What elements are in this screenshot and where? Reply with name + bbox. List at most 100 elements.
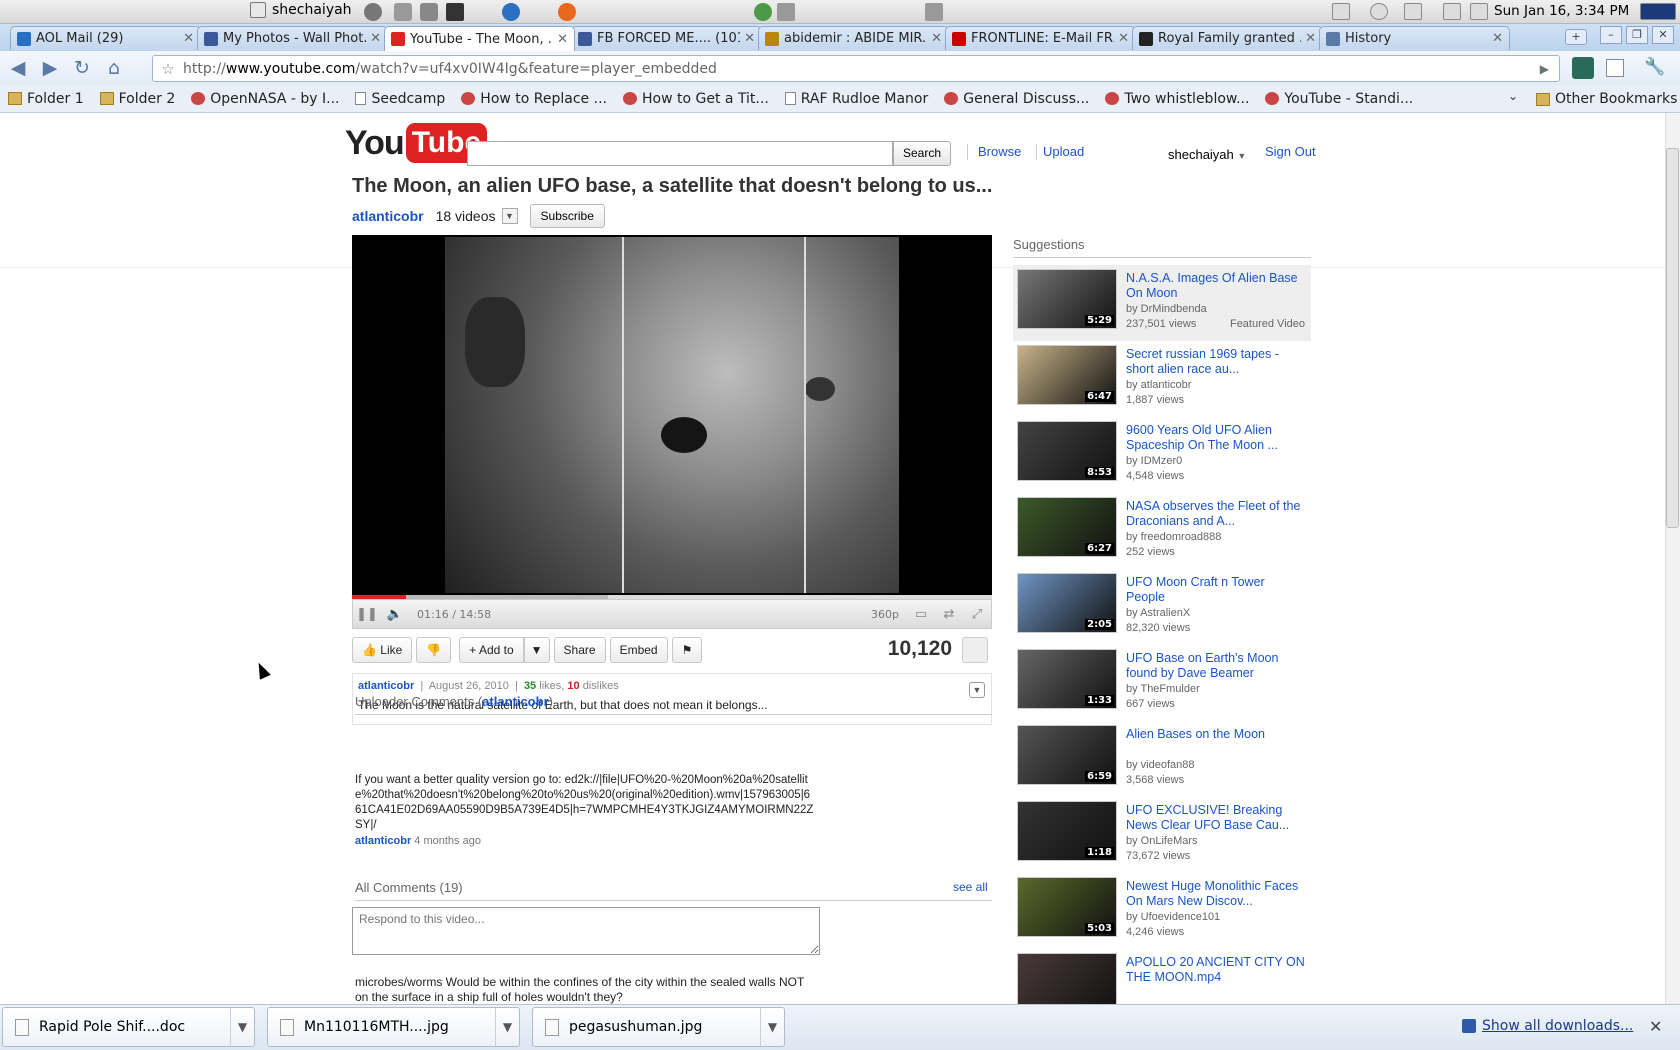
power-icon[interactable] — [364, 3, 382, 21]
close-icon[interactable]: ✕ — [1118, 31, 1129, 46]
tab-item[interactable]: FB FORCED ME.... (101) ✕ — [571, 26, 762, 50]
clock[interactable]: Sun Jan 16, 3:34 PM — [1494, 3, 1629, 19]
video-thumbnail[interactable]: 6:47 — [1017, 345, 1117, 405]
expand-icon[interactable]: ▼ — [969, 682, 985, 698]
tab-item[interactable]: Royal Family granted ... ✕ — [1132, 26, 1323, 50]
bookmark-item[interactable]: How to Replace ... — [461, 91, 607, 107]
suggestion-title[interactable]: UFO Base on Earth's Moon found by Dave B… — [1126, 651, 1306, 681]
download-item[interactable]: Mn110116MTH....jpg ▼ — [267, 1007, 520, 1047]
folder-icon[interactable] — [777, 3, 795, 21]
sign-out-link[interactable]: Sign Out — [1265, 144, 1316, 159]
address-bar[interactable]: ☆ http://www.youtube.com/watch?v=uf4xv0I… — [152, 55, 1560, 82]
close-icon[interactable]: ✕ — [1305, 31, 1316, 46]
youtube-logo[interactable]: You Tube — [345, 123, 488, 163]
suggestion-title[interactable]: Secret russian 1969 tapes - short alien … — [1126, 347, 1306, 377]
upload-link[interactable]: Upload — [1043, 144, 1084, 159]
suggestion-item[interactable]: 8:53 9600 Years Old UFO Alien Spaceship O… — [1013, 417, 1311, 493]
video-thumbnail[interactable]: 6:27 — [1017, 497, 1117, 557]
suggestion-title[interactable]: APOLLO 20 ANCIENT CITY ON THE MOON.mp4 — [1126, 955, 1306, 985]
suggestion-title[interactable]: UFO Moon Craft n Tower People — [1126, 575, 1306, 605]
terminal-icon[interactable] — [446, 3, 464, 21]
video-count[interactable]: 18 videos — [436, 208, 496, 224]
video-thumbnail[interactable]: 5:29 — [1017, 269, 1117, 329]
go-arrow-icon[interactable]: ▶ — [1540, 62, 1549, 76]
chrome-icon[interactable] — [502, 3, 520, 21]
video-thumbnail[interactable]: 8:53 — [1017, 421, 1117, 481]
new-tab-button[interactable]: + — [1565, 29, 1587, 45]
popout-icon[interactable]: ▭ — [907, 607, 935, 622]
chevron-down-icon[interactable]: ▼ — [495, 1008, 519, 1046]
close-icon[interactable]: ✕ — [1649, 1017, 1662, 1036]
close-icon[interactable]: ✕ — [370, 31, 381, 46]
close-icon[interactable]: ✕ — [1492, 31, 1503, 46]
channel-link[interactable]: atlanticobr — [352, 208, 424, 224]
suggestion-item[interactable]: 6:27 NASA observes the Fleet of the Draco… — [1013, 493, 1311, 569]
close-icon[interactable]: ✕ — [557, 32, 568, 47]
search-input[interactable] — [467, 141, 893, 166]
suggestion-title[interactable]: 9600 Years Old UFO Alien Spaceship On Th… — [1126, 423, 1306, 453]
close-icon[interactable]: ✕ — [931, 31, 942, 46]
page-menu-icon[interactable] — [1606, 59, 1624, 77]
suggestion-item[interactable]: 2:05 UFO Moon Craft n Tower People by Astr… — [1013, 569, 1311, 645]
comment-input[interactable] — [352, 907, 820, 955]
chevron-down-icon[interactable]: ⌄ — [1508, 89, 1518, 103]
quality-selector[interactable]: 360p — [871, 608, 899, 621]
suggestion-title[interactable]: UFO EXCLUSIVE! Breaking News Clear UFO B… — [1126, 803, 1306, 833]
tab-item[interactable]: History ✕ — [1319, 26, 1510, 50]
tab-item[interactable]: FRONTLINE: E-Mail FR... ✕ — [945, 26, 1136, 50]
firefox-icon[interactable] — [558, 3, 576, 21]
video-thumbnail[interactable]: 2:05 — [1017, 573, 1117, 633]
bookmark-item[interactable]: Folder 1 — [8, 91, 84, 107]
taskbar-user[interactable]: shechaiyah — [250, 2, 352, 18]
subscribe-button[interactable]: Subscribe — [529, 204, 605, 228]
volume-icon[interactable] — [1370, 3, 1388, 20]
show-all-downloads-link[interactable]: Show all downloads... — [1462, 1018, 1633, 1034]
network-icon[interactable] — [1470, 3, 1488, 20]
share-button[interactable]: Share — [553, 637, 606, 663]
scrollbar-thumb[interactable] — [1666, 148, 1679, 528]
video-thumbnail[interactable]: 6:59 — [1017, 725, 1117, 785]
resize-icon[interactable]: ⇄ — [935, 607, 963, 622]
system-monitor-icon[interactable] — [1640, 3, 1676, 20]
suggestion-title[interactable]: Alien Bases on the Moon — [1126, 727, 1306, 742]
download-item[interactable]: pegasushuman.jpg ▼ — [532, 1007, 785, 1047]
gear-icon[interactable] — [394, 3, 412, 21]
tab-item[interactable]: abidemir : ABIDE MIR... ✕ — [758, 26, 949, 50]
comment-author-link[interactable]: atlanticobr — [355, 835, 411, 847]
minimize-button[interactable]: – — [1600, 26, 1622, 44]
chevron-down-icon[interactable]: ▼ — [501, 208, 518, 224]
video-thumbnail[interactable]: 1:18 — [1017, 801, 1117, 861]
suggestion-title[interactable]: N.A.S.A. Images Of Alien Base On Moon — [1126, 271, 1306, 301]
bookmark-item[interactable]: Seedcamp — [355, 91, 445, 107]
reload-icon[interactable]: ↻ — [68, 54, 96, 82]
info-channel-link[interactable]: atlanticobr — [358, 680, 414, 692]
like-button[interactable]: 👍 Like — [352, 637, 413, 663]
back-arrow-icon[interactable]: ◀ — [4, 54, 32, 82]
display-icon[interactable] — [1332, 3, 1350, 20]
settings-icon[interactable] — [420, 3, 438, 21]
home-icon[interactable]: ⌂ — [100, 54, 128, 82]
close-icon[interactable]: ✕ — [744, 31, 755, 46]
add-to-button[interactable]: + Add to — [459, 637, 524, 663]
chevron-down-icon[interactable]: ▼ — [523, 637, 550, 663]
bookmark-item[interactable]: General Discuss... — [944, 91, 1089, 107]
bookmark-item[interactable]: YouTube - Standi... — [1265, 91, 1413, 107]
video-player[interactable] — [352, 235, 992, 595]
extension-icon[interactable] — [1572, 57, 1594, 79]
browse-link[interactable]: Browse — [978, 144, 1021, 159]
suggestion-item[interactable]: 6:59 Alien Bases on the Moon by videofan88… — [1013, 721, 1311, 797]
flag-icon[interactable]: ⚑ — [671, 637, 703, 663]
uploader-comments-user[interactable]: atlanticobr — [482, 694, 548, 709]
suggestion-item[interactable]: APOLLO 20 ANCIENT CITY ON THE MOON.mp4 — [1013, 949, 1311, 1004]
suggestion-item[interactable]: 5:29 N.A.S.A. Images Of Alien Base On Moo… — [1013, 265, 1311, 341]
suggestion-item[interactable]: 5:03 Newest Huge Monolithic Faces On Mars… — [1013, 873, 1311, 949]
forward-arrow-icon[interactable]: ▶ — [36, 54, 64, 82]
suggestion-item[interactable]: 6:47 Secret russian 1969 tapes - short al… — [1013, 341, 1311, 417]
tab-item[interactable]: My Photos - Wall Phot... ✕ — [197, 26, 388, 50]
bookmark-item[interactable]: RAF Rudloe Manor — [784, 91, 928, 107]
close-icon[interactable]: ✕ — [183, 31, 194, 46]
tab-item[interactable]: AOL Mail (29) ✕ — [10, 26, 201, 50]
download-item[interactable]: Rapid Pole Shif....doc ▼ — [2, 1007, 255, 1047]
bookmark-item[interactable]: OpenNASA - by I... — [191, 91, 339, 107]
embed-button[interactable]: Embed — [609, 637, 668, 663]
